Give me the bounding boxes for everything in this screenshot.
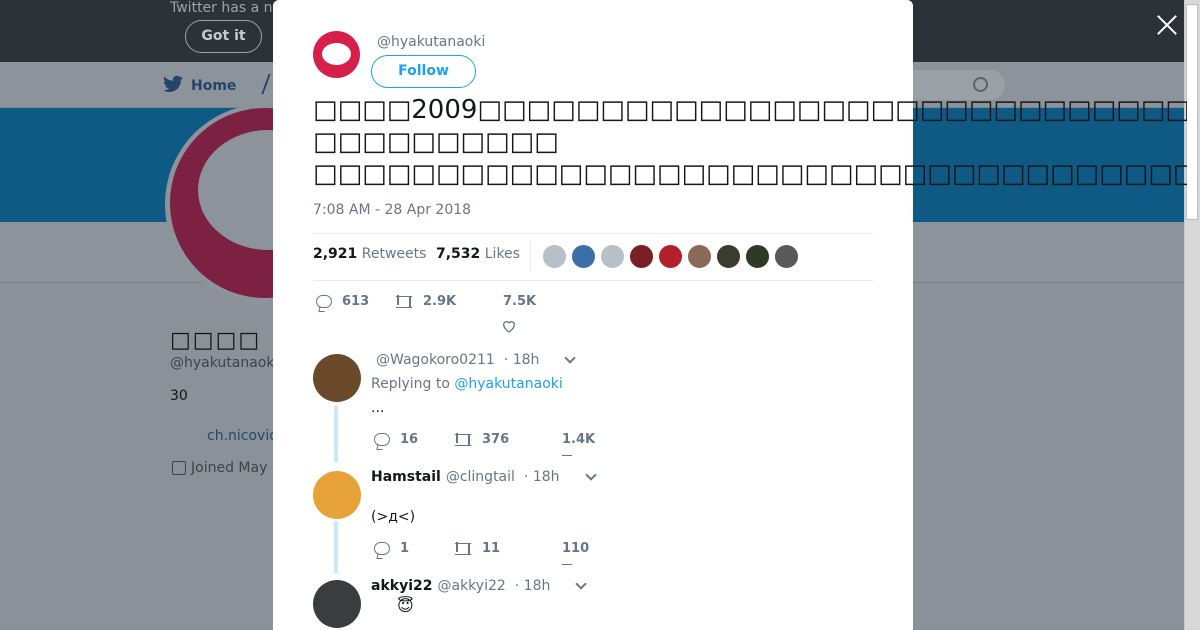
liker-avatars [542, 244, 799, 269]
heart-icon[interactable] [501, 318, 517, 334]
reply-count: 613 [342, 294, 370, 309]
got-it-button[interactable]: Got it [185, 20, 262, 53]
reply-avatar[interactable] [313, 580, 361, 628]
chevron-down-icon[interactable] [575, 578, 588, 590]
liker-avatar[interactable] [774, 244, 799, 269]
retweet-icon [454, 541, 472, 555]
reply-author-handle[interactable]: @clingtail [446, 469, 515, 485]
tweet-timestamp[interactable]: 7:08 AM - 28 Apr 2018 [313, 202, 471, 218]
cookie-banner-text: Twitter has a n [170, 0, 273, 16]
profile-joined-text: Joined May [191, 460, 268, 476]
reply-header: @Wagokoro0211 · 18h [371, 352, 577, 368]
liker-avatar[interactable] [571, 244, 596, 269]
chevron-down-icon[interactable] [584, 469, 597, 481]
liker-avatar[interactable] [658, 244, 683, 269]
reply-header: Hamstail @clingtail · 18h [371, 469, 597, 485]
tweet-modal: @hyakutanaoki Follow □□□□2009□□□□□□□□□□□… [273, 0, 1187, 630]
replying-to-handle[interactable]: @hyakutanaoki [454, 376, 562, 392]
reply-time[interactable]: · 18h [524, 469, 560, 485]
reply-action[interactable]: 1 [374, 541, 409, 556]
retweet-action[interactable]: 2.9K [395, 294, 456, 309]
profile-link[interactable]: ch.nicovid [207, 428, 278, 444]
retweets-label: Retweets [361, 246, 427, 262]
reply-action[interactable]: 16 [374, 432, 418, 447]
thread-line [334, 406, 338, 462]
liker-avatar[interactable] [687, 244, 712, 269]
chevron-down-icon[interactable] [564, 352, 577, 364]
liker-avatar[interactable] [600, 244, 625, 269]
twitter-bird-icon [163, 75, 183, 97]
thread-line [334, 521, 338, 573]
reply-time[interactable]: · 18h [515, 578, 551, 594]
tweet-text-line: □□□□□□□□□□ [313, 127, 559, 157]
reply-text: (>д<) [371, 509, 416, 525]
likes-label: Likes [484, 246, 520, 262]
reply-icon [374, 542, 390, 555]
profile-bio: 30 [170, 388, 188, 404]
like-count-main: 7.5K [503, 294, 537, 309]
reply-action[interactable]: 613 [316, 294, 369, 309]
reply-time[interactable]: · 18h [504, 352, 540, 368]
reply-icon [374, 433, 390, 446]
reply-author-handle[interactable]: @akkyi22 [437, 578, 505, 594]
likes-stat[interactable]: 7,532 Likes [436, 246, 520, 262]
scrollbar-thumb[interactable] [1186, 4, 1198, 220]
reply-author-handle[interactable]: @Wagokoro0211 [376, 352, 495, 368]
reply-text: 😇 [397, 596, 414, 615]
liker-avatar[interactable] [745, 244, 770, 269]
search-icon [973, 77, 988, 92]
author-avatar[interactable] [313, 31, 360, 78]
calendar-icon [172, 461, 186, 475]
retweet-count: 376 [482, 432, 510, 447]
retweet-action[interactable]: 11 [454, 541, 500, 556]
retweets-stat[interactable]: 2,921 Retweets [313, 246, 426, 262]
reply-text: ... [371, 400, 385, 416]
author-handle[interactable]: @hyakutanaoki [377, 34, 485, 50]
replying-to: Replying to @hyakutanaoki [371, 376, 563, 392]
tweet-text-line: □□□□□□□□□□□□□□□□□□□□□□□□□□□□□□□□□□□□□□□□… [313, 159, 1187, 189]
close-icon[interactable] [1154, 12, 1180, 38]
retweet-action[interactable]: 376 [454, 432, 509, 447]
reply-author-name[interactable]: Hamstail [371, 469, 441, 485]
divider [530, 240, 531, 272]
nav-home-label: Home [191, 78, 237, 94]
reply-icon [316, 295, 332, 308]
liker-avatar[interactable] [542, 244, 567, 269]
divider [313, 233, 873, 234]
reply-avatar[interactable] [313, 354, 361, 402]
retweet-icon [395, 294, 413, 308]
profile-name: □□□□ [170, 328, 262, 353]
nav-home[interactable]: Home [163, 75, 236, 97]
retweet-count: 11 [482, 541, 501, 556]
reply-avatar[interactable] [313, 471, 361, 519]
likes-count: 7,532 [436, 246, 481, 262]
like-count[interactable]: 1.4K [562, 432, 595, 447]
retweet-count: 2.9K [423, 294, 457, 309]
reply-author-name[interactable]: akkyi22 [371, 578, 432, 594]
liker-avatar[interactable] [716, 244, 741, 269]
tweet-text: □□□□2009□□□□□□□□□□□□□□□□□□□□□□□□□□□□□ □□□… [313, 94, 1187, 190]
divider [313, 280, 873, 281]
heart-icon[interactable] [562, 561, 572, 565]
retweets-count: 2,921 [313, 246, 358, 262]
profile-joined: Joined May [172, 460, 267, 476]
reply-count: 1 [400, 541, 410, 556]
follow-button[interactable]: Follow [371, 55, 476, 88]
liker-avatar[interactable] [629, 244, 654, 269]
replying-to-label: Replying to [371, 376, 450, 392]
tweet-text-line: □□□□2009□□□□□□□□□□□□□□□□□□□□□□□□□□□□□□□□… [313, 95, 1187, 125]
reply-header: akkyi22 @akkyi22 · 18h [371, 578, 588, 594]
like-count[interactable]: 110 [562, 541, 589, 556]
heart-icon[interactable] [562, 452, 572, 456]
reply-count: 16 [400, 432, 419, 447]
retweet-icon [454, 432, 472, 446]
profile-handle: @hyakutanaok [170, 355, 275, 371]
